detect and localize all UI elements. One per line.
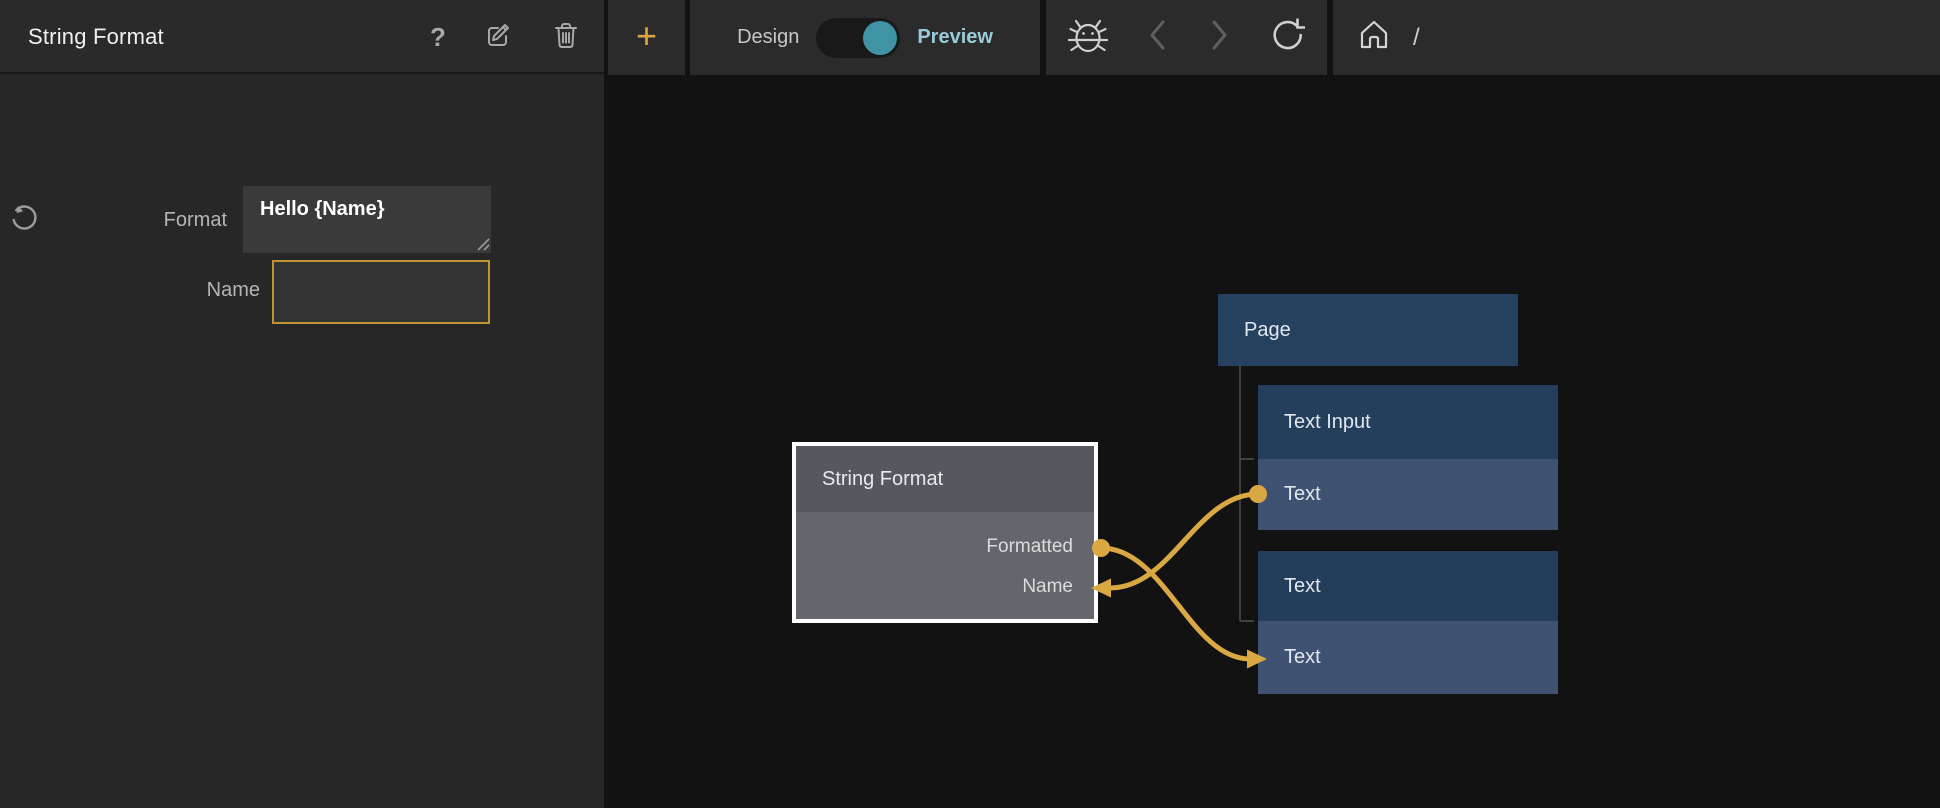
properties-panel: String Format ? (0, 0, 604, 808)
node-text[interactable]: Text Text (1258, 551, 1558, 694)
node-string-format-title: String Format (822, 468, 943, 491)
name-field-label: Name (60, 279, 260, 302)
design-preview-toggle[interactable] (816, 18, 900, 58)
name-input[interactable] (272, 260, 490, 324)
toolbar-add-segment: + (608, 0, 685, 75)
node-page-title: Page (1244, 319, 1291, 342)
node-text-text-label: Text (1284, 646, 1321, 669)
home-icon (1357, 18, 1391, 57)
breadcrumb[interactable]: / (1413, 24, 1420, 52)
node-text-input-text-label: Text (1284, 483, 1321, 506)
node-text-input[interactable]: Text Input Text (1258, 385, 1558, 530)
node-page-header[interactable]: Page (1218, 294, 1518, 366)
trash-icon (552, 20, 580, 55)
toggle-knob (863, 21, 897, 55)
design-mode-label[interactable]: Design (737, 26, 799, 49)
node-text-input-title: Text Input (1284, 411, 1371, 434)
plus-icon: + (636, 15, 657, 56)
chevron-left-icon (1147, 18, 1169, 57)
panel-title: String Format (28, 0, 164, 74)
edit-button[interactable] (482, 0, 518, 74)
format-field-label: Format (27, 209, 227, 232)
back-button[interactable] (1147, 18, 1169, 57)
node-text-input-header[interactable]: Text Input (1258, 385, 1558, 459)
node-text-title: Text (1284, 575, 1321, 598)
node-string-format-selected[interactable]: String Format Formatted Name (792, 442, 1098, 623)
add-node-button[interactable]: + (636, 18, 657, 54)
bug-icon (1068, 14, 1108, 61)
node-string-format-body: Formatted Name (796, 512, 1094, 619)
toolbar-path-segment: / (1333, 0, 1940, 75)
refresh-icon (1269, 17, 1305, 58)
refresh-button[interactable] (1269, 17, 1305, 58)
preview-mode-label[interactable]: Preview (917, 26, 993, 49)
edit-icon (485, 20, 515, 55)
properties-panel-header: String Format ? (0, 0, 604, 74)
format-input[interactable]: Hello {Name} (243, 186, 491, 253)
debug-button[interactable] (1068, 14, 1108, 61)
home-button[interactable] (1357, 18, 1391, 57)
help-icon: ? (430, 22, 446, 53)
node-text-header[interactable]: Text (1258, 551, 1558, 621)
toolbar-mode-segment: Design Preview (690, 0, 1040, 75)
chevron-right-icon (1208, 18, 1230, 57)
port-formatted-output[interactable]: Formatted (986, 536, 1073, 558)
forward-button[interactable] (1208, 18, 1230, 57)
delete-button[interactable] (548, 0, 584, 74)
toolbar-nav-segment (1046, 0, 1327, 75)
help-button[interactable]: ? (420, 0, 456, 74)
node-text-input-text-row[interactable]: Text (1258, 459, 1558, 530)
node-page[interactable]: Page (1218, 294, 1518, 366)
port-name-input[interactable]: Name (1022, 576, 1073, 598)
node-string-format-header[interactable]: String Format (796, 446, 1094, 512)
node-text-text-row[interactable]: Text (1258, 621, 1558, 694)
